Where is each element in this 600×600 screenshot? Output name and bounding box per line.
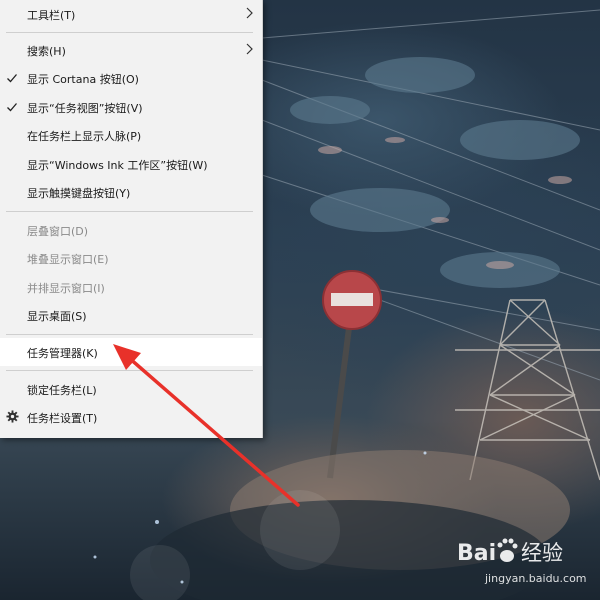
watermark-url: jingyan.baidu.com: [485, 572, 587, 585]
svg-text:经验: 经验: [521, 541, 563, 565]
baidu-jingyan-watermark: Bai 经验 jingyan.baidu.com: [455, 528, 595, 596]
baidu-logo-icon: Bai 经验: [457, 538, 563, 566]
annotation-arrow: [113, 344, 300, 507]
svg-text:Bai: Bai: [457, 541, 496, 566]
